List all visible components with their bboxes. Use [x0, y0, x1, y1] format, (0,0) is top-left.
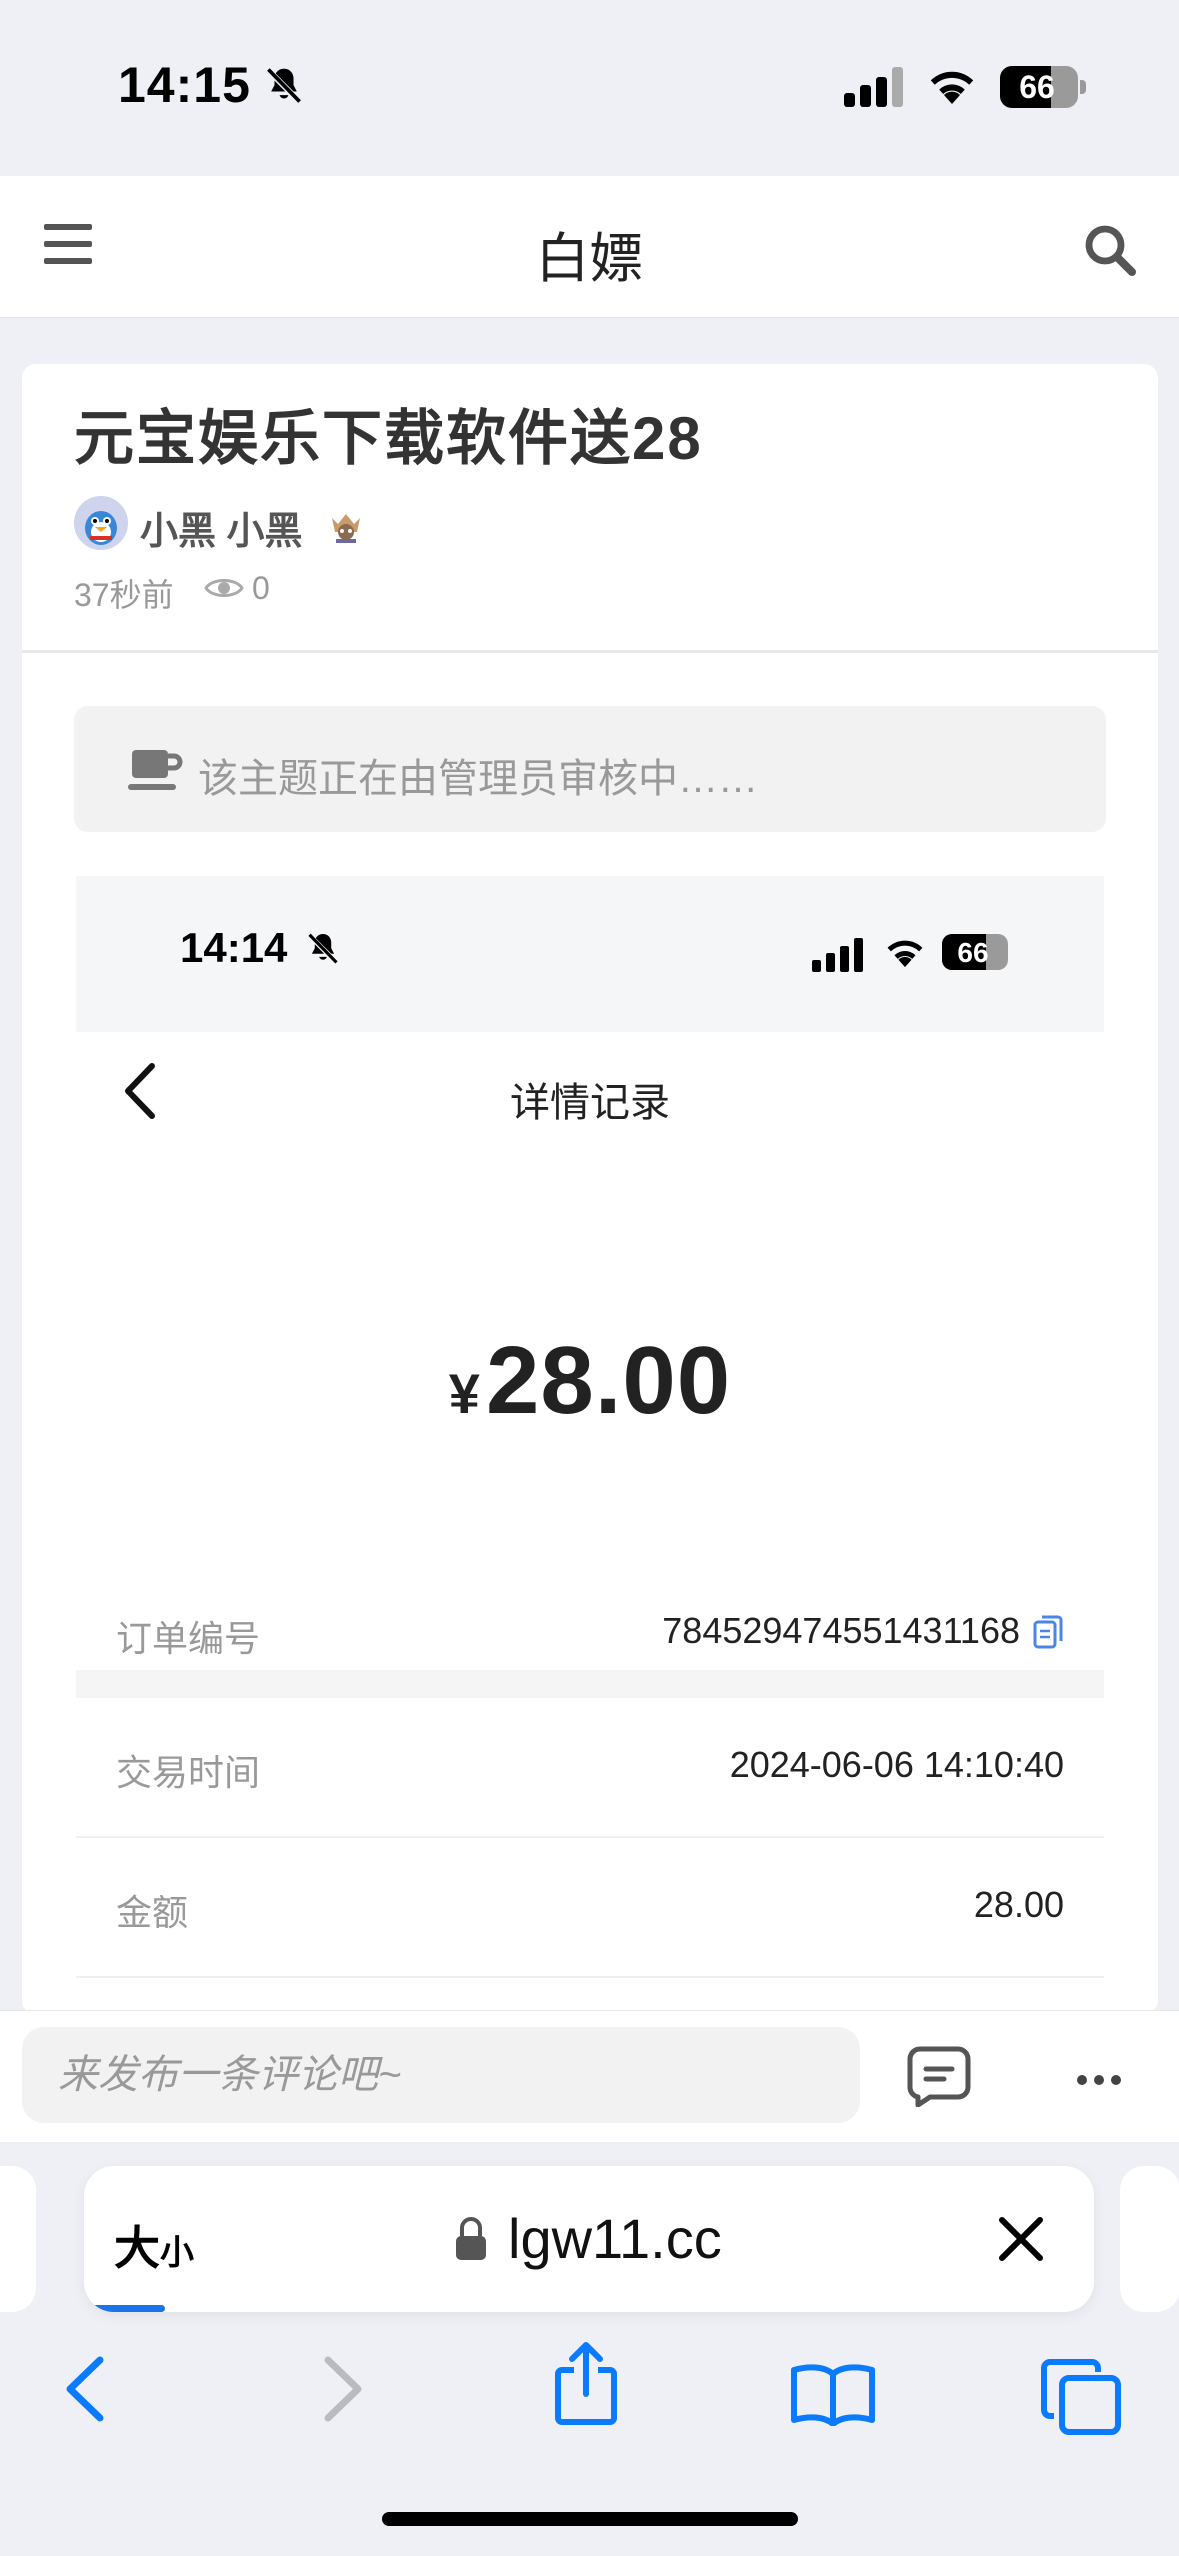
- comment-icon[interactable]: [906, 2045, 972, 2112]
- text-size-small: 小: [160, 2234, 194, 2272]
- embedded-status-bar: 14:14 66: [76, 876, 1104, 1032]
- back-arrow-icon[interactable]: [62, 2354, 108, 2429]
- embedded-screenshot: 14:14 66 详情记录 ¥28.00 订单编号 78452947455143…: [76, 876, 1104, 2014]
- divider: [22, 650, 1158, 653]
- status-bar: 14:15 66: [0, 0, 1179, 176]
- coffee-cup-icon: [126, 746, 184, 799]
- section-gap: [76, 1670, 1104, 1698]
- comment-input[interactable]: [22, 2027, 860, 2123]
- embedded-battery-icon: 66: [942, 934, 1008, 970]
- cellular-signal-icon: [844, 67, 906, 107]
- embedded-bell-muted-icon: [304, 930, 342, 973]
- battery-level: 66: [1019, 69, 1055, 105]
- bell-muted-icon: [262, 64, 306, 113]
- currency-symbol: ¥: [448, 1362, 480, 1425]
- embedded-nav-bar: 详情记录: [76, 1032, 1104, 1150]
- detail-row-transaction-time: 交易时间 2024-06-06 14:10:40: [76, 1698, 1104, 1838]
- site-title: 白嫖: [535, 229, 644, 289]
- lock-icon: [454, 2216, 488, 2267]
- status-time: 14:15: [118, 57, 251, 113]
- next-tab-preview[interactable]: [1120, 2166, 1179, 2312]
- row-divider: [76, 1976, 1104, 1978]
- site-header: 白嫖: [0, 176, 1179, 318]
- avatar[interactable]: [74, 496, 128, 550]
- tabs-icon[interactable]: [1040, 2358, 1122, 2441]
- row-label: 交易时间: [116, 1752, 261, 1793]
- browser-chrome: 大小 lgw11.cc: [0, 2142, 1179, 2556]
- review-notice: 该主题正在由管理员审核中……: [74, 706, 1106, 832]
- wifi-icon: [924, 64, 980, 111]
- author-name[interactable]: 小黑 小黑: [140, 500, 303, 555]
- previous-tab-preview[interactable]: [0, 2166, 36, 2312]
- share-icon[interactable]: [552, 2340, 620, 2431]
- text-size-large: 大: [114, 2222, 160, 2274]
- embedded-page-title: 详情记录: [510, 1081, 670, 1125]
- notice-text: 该主题正在由管理员审核中……: [198, 757, 758, 801]
- amount-row-value: 28.00: [973, 1884, 1064, 1925]
- row-label: 订单编号: [116, 1618, 261, 1659]
- embedded-battery-level: 66: [957, 937, 989, 968]
- eye-icon: [204, 574, 244, 607]
- text-size-button[interactable]: 大小: [114, 2212, 194, 2278]
- user-badge-icon: [326, 506, 366, 546]
- amount-display: ¥28.00: [76, 1326, 1104, 1436]
- copy-icon[interactable]: [1032, 1614, 1064, 1655]
- close-icon[interactable]: [996, 2214, 1046, 2269]
- page-load-progress: [84, 2305, 165, 2312]
- amount-value: 28.00: [485, 1327, 732, 1434]
- embedded-wifi-icon: [882, 934, 928, 974]
- browser-toolbar: [0, 2328, 1179, 2468]
- address-bar[interactable]: 大小 lgw11.cc: [84, 2166, 1094, 2312]
- forward-arrow-icon[interactable]: [320, 2354, 366, 2429]
- embedded-signal-icon: [812, 938, 866, 972]
- comment-bar: [0, 2010, 1179, 2142]
- detail-row-amount: 金额 28.00: [76, 1838, 1104, 1978]
- post-time: 37秒前: [74, 577, 174, 613]
- transaction-time-value: 2024-06-06 14:10:40: [729, 1744, 1064, 1785]
- home-indicator[interactable]: [382, 2512, 798, 2526]
- search-icon[interactable]: [1082, 222, 1138, 278]
- bookmarks-icon[interactable]: [790, 2362, 876, 2431]
- url-text[interactable]: lgw11.cc: [508, 2206, 722, 2271]
- more-options-icon[interactable]: [1076, 2073, 1122, 2091]
- post-card: 元宝娱乐下载软件送28 小黑 小黑 37秒前 0 该主题正在由管理员审核中…… …: [22, 364, 1158, 2014]
- post-title: 元宝娱乐下载软件送28: [74, 405, 703, 472]
- order-number-value: 784529474551431168: [662, 1610, 1020, 1651]
- view-count: 0: [252, 570, 270, 606]
- battery-icon: 66: [1000, 66, 1078, 108]
- row-label: 金额: [116, 1892, 189, 1933]
- embedded-status-time: 14:14: [180, 924, 288, 971]
- battery-tip: [1080, 80, 1086, 94]
